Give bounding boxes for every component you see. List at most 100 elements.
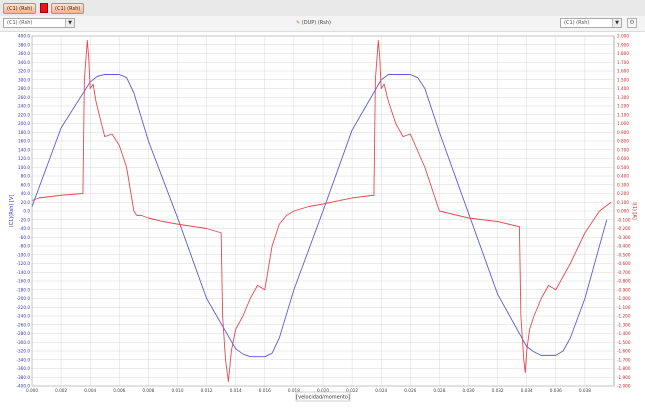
right-y-tick-label: 1.900: [617, 42, 629, 47]
left-y-tick-label: -40.0: [19, 226, 30, 231]
left-y-tick-label: -100.0: [17, 252, 31, 257]
x-tick-label: 0.012: [201, 388, 213, 393]
right-y-tick-label: -2.000: [617, 384, 631, 389]
right-y-tick-label: 1.000: [617, 121, 629, 126]
left-y-tick-label: 220.0: [18, 112, 30, 117]
x-tick-label: 0.030: [463, 388, 475, 393]
left-y-tick-label: -20.0: [19, 217, 30, 222]
left-y-tick-label: -380.0: [17, 375, 31, 380]
right-y-tick-label: 0.100: [617, 200, 629, 205]
right-y-tick-label: -0.400: [617, 244, 631, 249]
x-tick-label: 0.038: [579, 388, 591, 393]
right-y-tick-label: -1.500: [617, 340, 631, 345]
right-y-tick-label: 1.300: [617, 95, 629, 100]
right-y-tick-label: -0.700: [617, 270, 631, 275]
x-tick-label: 0.024: [375, 388, 387, 393]
left-y-tick-label: -320.0: [17, 349, 31, 354]
right-y-tick-label: 1.500: [617, 77, 629, 82]
x-axis-label: [velocidad/momento]: [296, 395, 350, 401]
right-y-tick-label: 1.400: [617, 86, 629, 91]
left-y-tick-label: -260.0: [17, 322, 31, 327]
left-y-tick-label: -220.0: [17, 305, 31, 310]
right-y-tick-label: 1.800: [617, 51, 629, 56]
left-y-tick-label: -180.0: [17, 287, 31, 292]
right-y-tick-label: -0.900: [617, 287, 631, 292]
left-y-tick-label: 100.0: [18, 165, 30, 170]
left-y-tick-label: 60.0: [21, 182, 31, 187]
left-y-tick-label: 320.0: [18, 69, 30, 74]
right-y-tick-label: 1.200: [617, 104, 629, 109]
x-tick-label: 0.004: [84, 388, 96, 393]
left-y-tick-label: -240.0: [17, 314, 31, 319]
left-y-tick-label: -160.0: [17, 279, 31, 284]
x-tick-label: 0.002: [55, 388, 67, 393]
right-y-tick-label: -0.500: [617, 252, 631, 257]
left-y-tick-label: -280.0: [17, 331, 31, 336]
right-y-tick-label: -1.300: [617, 322, 631, 327]
right-y-tick-label: 0.400: [617, 174, 629, 179]
right-y-tick-label: -0.100: [617, 217, 631, 222]
left-y-tick-label: 260.0: [18, 95, 30, 100]
right-y-tick-label: -1.700: [617, 357, 631, 362]
left-y-tick-label: 80.0: [21, 174, 31, 179]
left-y-tick-label: -120.0: [17, 261, 31, 266]
right-y-tick-label: 1.700: [617, 60, 629, 65]
left-y-tick-label: 0.0: [23, 209, 30, 214]
right-y-tick-label: -1.200: [617, 314, 631, 319]
x-tick-label: 0.032: [492, 388, 504, 393]
right-y-axis-ticks: 2.000 1.900 1.800 1.700 1.600 1.500 1.400 1.300…: [617, 34, 631, 389]
left-y-tick-label: 200.0: [18, 121, 30, 126]
left-y-tick-label: 340.0: [18, 60, 30, 65]
left-y-tick-label: 280.0: [18, 86, 30, 91]
right-y-tick-label: -0.800: [617, 279, 631, 284]
right-y-tick-label: 0.700: [617, 147, 629, 152]
right-y-tick-label: 0.900: [617, 130, 629, 135]
left-y-tick-label: 300.0: [18, 77, 30, 82]
right-y-tick-label: 2.000: [617, 34, 629, 39]
right-y-tick-label: -1.000: [617, 296, 631, 301]
right-y-tick-label: -1.100: [617, 305, 631, 310]
left-y-tick-label: 360.0: [18, 51, 30, 56]
right-y-tick-label: 1.100: [617, 112, 629, 117]
left-y-tick-label: 20.0: [21, 200, 31, 205]
left-y-tick-label: -140.0: [17, 270, 31, 275]
left-y-tick-label: 40.0: [21, 191, 31, 196]
right-y-tick-label: 0.200: [617, 191, 629, 196]
x-tick-label: 0.010: [172, 388, 184, 393]
right-y-tick-label: 0.300: [617, 182, 629, 187]
left-y-tick-label: -300.0: [17, 340, 31, 345]
right-y-tick-label: 0.800: [617, 139, 629, 144]
left-y-tick-label: -60.0: [19, 235, 30, 240]
left-y-tick-label: 180.0: [18, 130, 30, 135]
right-y-tick-label: -0.300: [617, 235, 631, 240]
right-y-tick-label: -1.900: [617, 375, 631, 380]
right-y-tick-label: 1.600: [617, 69, 629, 74]
right-y-tick-label: 0.000: [617, 209, 629, 214]
x-tick-label: 0.026: [404, 388, 416, 393]
left-y-tick-label: 120.0: [18, 156, 30, 161]
left-y-tick-label: 380.0: [18, 42, 30, 47]
right-y-tick-label: 0.600: [617, 156, 629, 161]
scope-chart: 400.0 380.0 360.0 340.0 320.0 300.0 280.0 260.0…: [9, 34, 637, 402]
right-y-tick-label: -1.800: [617, 366, 631, 371]
left-y-tick-label: 240.0: [18, 104, 30, 109]
right-y-axis-label: I(1) [A]: [631, 202, 637, 220]
right-y-tick-label: -0.600: [617, 261, 631, 266]
left-y-axis-label: (C1)(Rsh) [V]: [9, 195, 15, 228]
x-tick-label: 0.000: [26, 388, 38, 393]
left-y-axis-ticks: 400.0 380.0 360.0 340.0 320.0 300.0 280.0 260.0…: [17, 34, 31, 389]
x-tick-label: 0.006: [113, 388, 125, 393]
x-tick-label: 0.028: [433, 388, 445, 393]
left-y-tick-label: -80.0: [19, 244, 30, 249]
x-tick-label: 0.036: [550, 388, 562, 393]
left-y-tick-label: -200.0: [17, 296, 31, 301]
right-y-tick-label: 0.500: [617, 165, 629, 170]
left-y-tick-label: 140.0: [18, 147, 30, 152]
left-y-tick-label: -360.0: [17, 366, 31, 371]
left-y-tick-label: -340.0: [17, 357, 31, 362]
left-y-tick-label: 160.0: [18, 139, 30, 144]
right-y-tick-label: -1.600: [617, 349, 631, 354]
x-tick-label: 0.014: [230, 388, 242, 393]
x-tick-label: 0.016: [259, 388, 271, 393]
right-y-tick-label: -0.200: [617, 226, 631, 231]
